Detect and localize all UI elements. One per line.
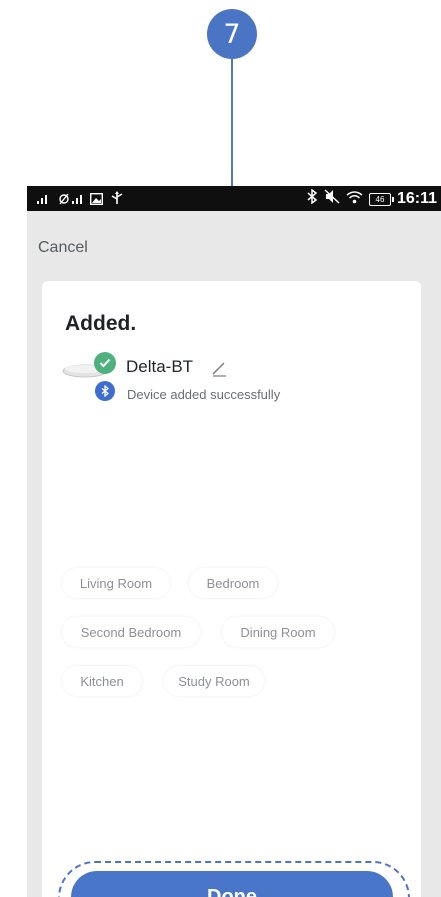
done-button[interactable]: Done <box>71 871 393 897</box>
phone-screen: 46 16:11 Cancel Added. Delta-BT Device a… <box>27 186 441 897</box>
room-chip-living-room[interactable]: Living Room <box>62 568 170 598</box>
signal-icon <box>36 192 52 210</box>
edit-icon[interactable] <box>210 359 228 382</box>
image-icon <box>89 192 104 210</box>
bluetooth-icon <box>307 188 318 209</box>
status-time: 16:11 <box>396 190 437 207</box>
step-number-badge: 7 <box>207 9 257 59</box>
room-chip-study-room[interactable]: Study Room <box>164 666 264 696</box>
room-chip-bedroom[interactable]: Bedroom <box>189 568 277 598</box>
room-chip-dining-room[interactable]: Dining Room <box>222 617 334 647</box>
status-right-icons: 46 16:11 <box>307 188 437 209</box>
wifi-icon <box>346 190 363 209</box>
check-icon <box>94 352 116 374</box>
room-chip-second-bedroom[interactable]: Second Bedroom <box>62 617 200 647</box>
step-number: 7 <box>223 18 241 50</box>
bluetooth-badge-icon <box>95 381 115 401</box>
status-bar: 46 16:11 <box>27 186 441 211</box>
device-name: Delta-BT <box>126 357 194 376</box>
step-connector-line <box>231 59 233 186</box>
status-left-icons <box>36 191 124 210</box>
battery-level: 46 <box>375 194 385 204</box>
added-device-card: Added. Delta-BT Device added successfull… <box>42 281 421 897</box>
page-title: Added. <box>65 312 137 335</box>
cancel-button[interactable]: Cancel <box>38 239 88 257</box>
usb-icon <box>110 191 124 210</box>
device-status-text: Device added successfully <box>127 387 281 402</box>
mute-icon <box>324 189 340 209</box>
signal-icon <box>59 192 83 210</box>
room-chip-kitchen[interactable]: Kitchen <box>62 666 142 696</box>
battery-icon: 46 <box>368 192 394 206</box>
